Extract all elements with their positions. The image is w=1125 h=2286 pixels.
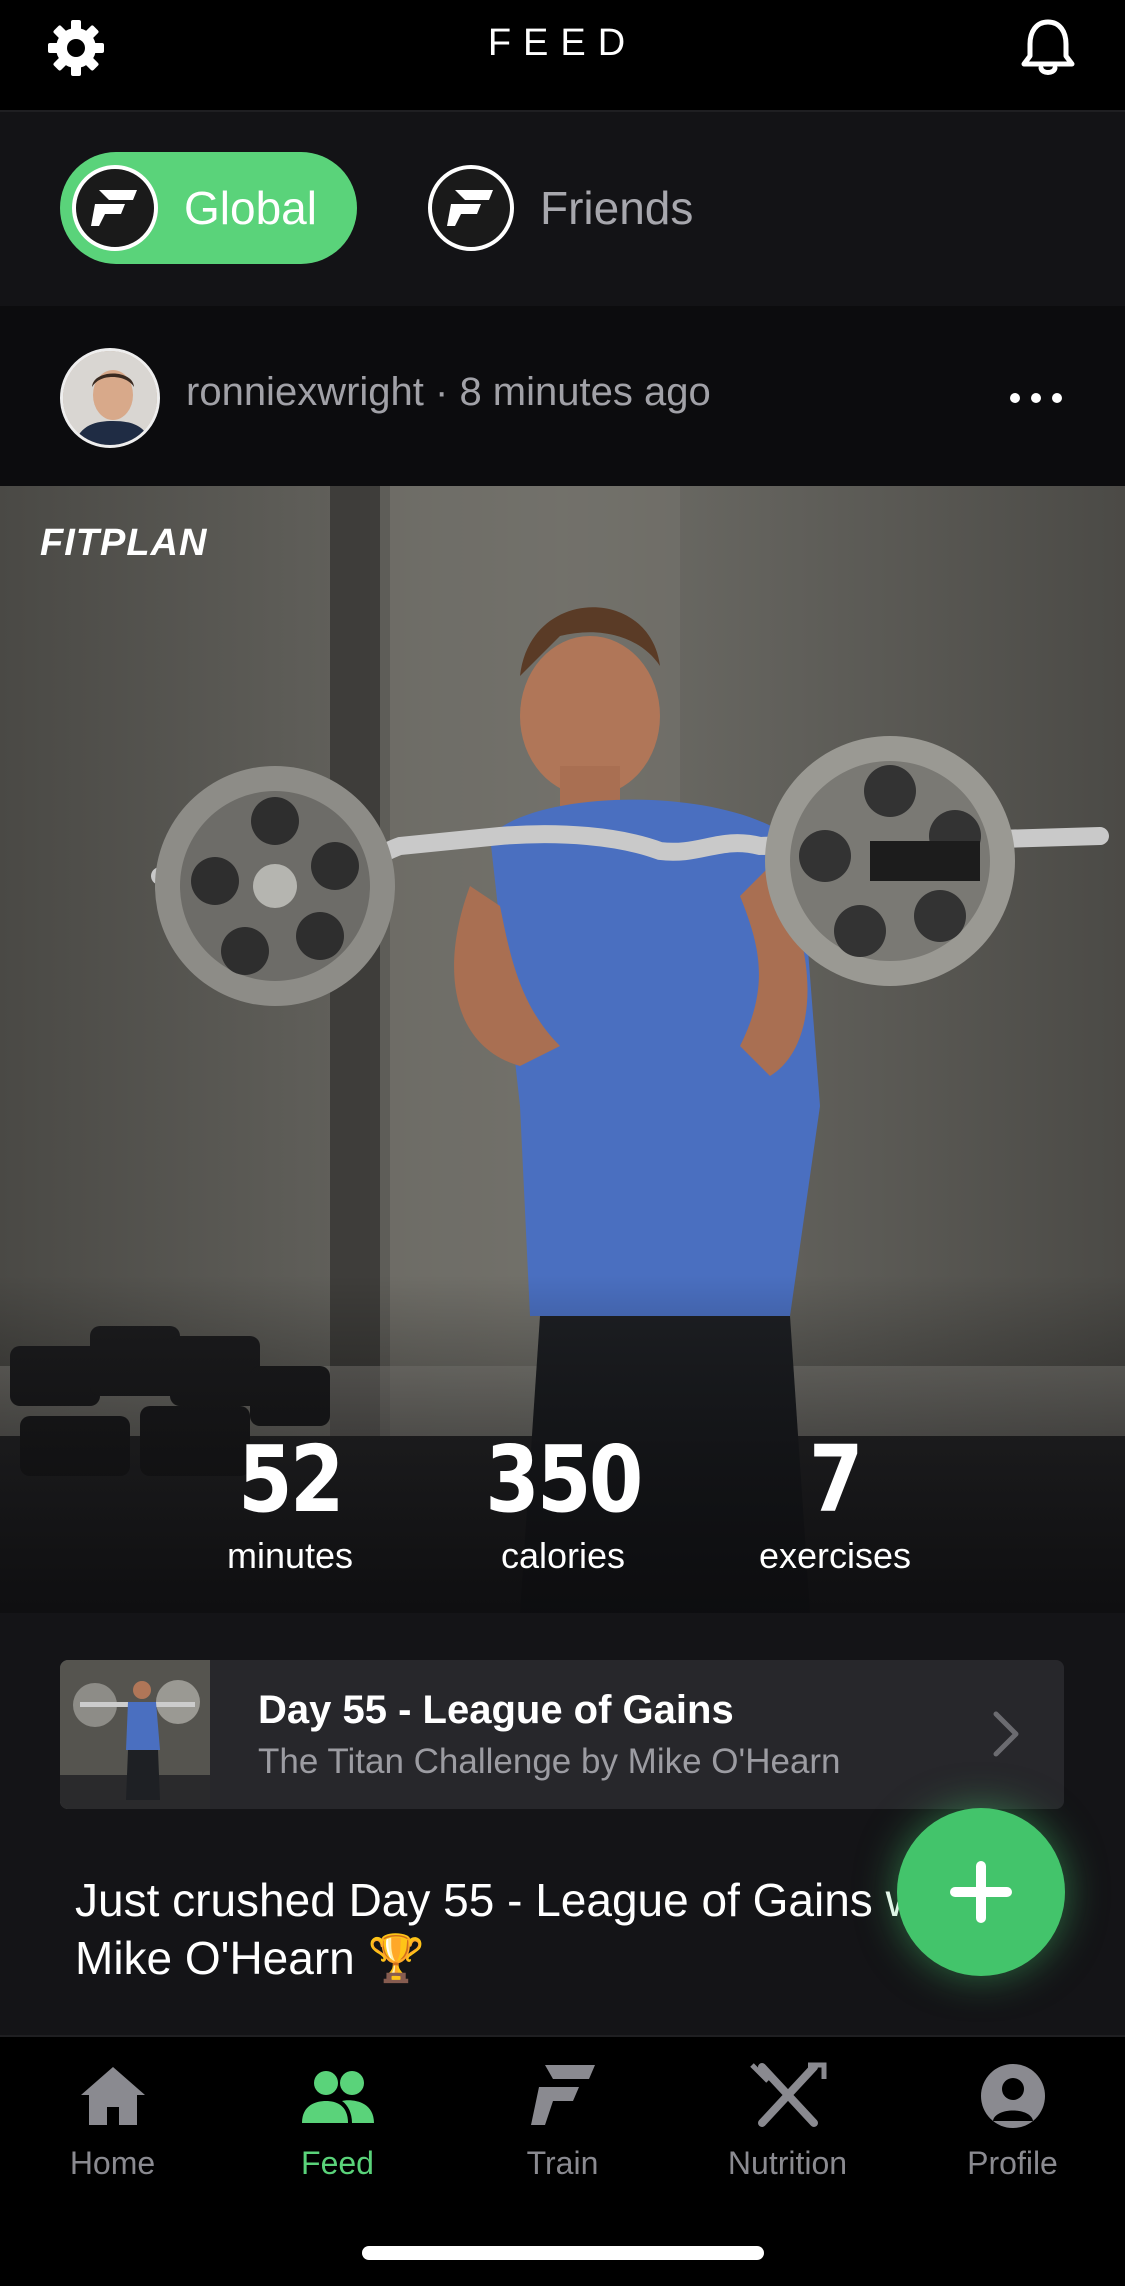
nav-nutrition[interactable]: Nutrition — [675, 2061, 900, 2182]
feed-filter-bar: Global Friends — [0, 112, 1125, 306]
post-header: ronniexwright · 8 minutes ago — [0, 306, 1125, 486]
nav-home[interactable]: Home — [0, 2061, 225, 2182]
filter-friends-label: Friends — [540, 182, 694, 234]
workout-plan-card[interactable]: Day 55 - League of Gains The Titan Chall… — [60, 1660, 1064, 1809]
nav-feed-label: Feed — [301, 2145, 374, 2181]
add-post-button[interactable] — [897, 1808, 1065, 1976]
plan-thumbnail — [60, 1660, 210, 1809]
stat-calories: 350 calories — [433, 1426, 693, 1577]
fitplan-logo-icon — [428, 165, 514, 251]
stat-exercises-label: exercises — [758, 1535, 912, 1576]
top-bar: FEED — [0, 0, 1125, 112]
nav-nutrition-label: Nutrition — [727, 2145, 848, 2181]
more-options-icon[interactable] — [1006, 378, 1066, 418]
stat-minutes-value: 52 — [238, 1426, 344, 1533]
stat-minutes: 52 minutes — [160, 1426, 420, 1577]
avatar[interactable] — [60, 348, 160, 448]
workout-photo[interactable]: FITPLAN 52 minutes 350 calories 7 exerci… — [0, 486, 1125, 1613]
home-indicator[interactable] — [362, 2246, 764, 2260]
stat-minutes-label: minutes — [226, 1535, 354, 1576]
plan-subtitle: The Titan Challenge by Mike O'Hearn — [258, 1742, 841, 1781]
stat-calories-label: calories — [500, 1535, 626, 1576]
filter-global-label: Global — [184, 182, 317, 234]
stat-calories-value: 350 — [485, 1426, 643, 1533]
fitplan-f-icon — [523, 2061, 603, 2131]
plus-icon — [950, 1861, 1012, 1923]
fitplan-logo-icon — [72, 165, 158, 251]
stat-exercises-value: 7 — [809, 1426, 863, 1533]
nav-profile-label: Profile — [967, 2145, 1058, 2181]
people-icon — [298, 2061, 378, 2131]
person-icon — [973, 2061, 1053, 2131]
filter-friends[interactable]: Friends — [416, 152, 736, 264]
nav-feed[interactable]: Feed — [225, 2061, 450, 2182]
fork-knife-icon — [748, 2061, 828, 2131]
filter-global[interactable]: Global — [60, 152, 357, 264]
nav-profile[interactable]: Profile — [900, 2061, 1125, 2182]
home-icon — [73, 2061, 153, 2131]
nav-train-label: Train — [526, 2145, 599, 2181]
nav-train[interactable]: Train — [450, 2061, 675, 2182]
chevron-right-icon — [986, 1706, 1026, 1762]
stat-exercises: 7 exercises — [705, 1426, 965, 1577]
plan-title: Day 55 - League of Gains — [258, 1688, 734, 1732]
bell-icon[interactable] — [1016, 16, 1080, 80]
post-author-time[interactable]: ronniexwright · 8 minutes ago — [186, 370, 711, 415]
nav-home-label: Home — [69, 2145, 156, 2181]
page-title: FEED — [487, 22, 638, 64]
fitplan-brand-logo: FITPLAN — [40, 522, 208, 564]
